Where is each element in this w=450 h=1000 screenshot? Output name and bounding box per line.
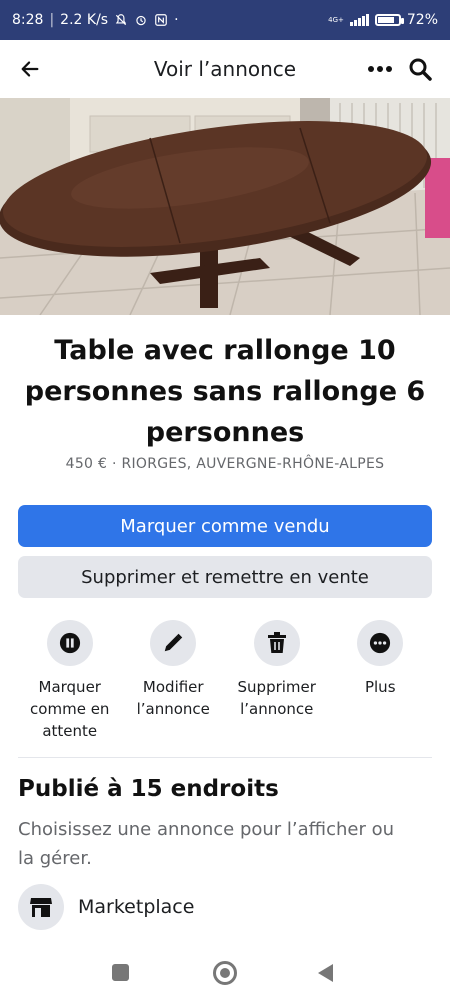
system-back-button[interactable] bbox=[318, 964, 333, 982]
listing-actions: Marquer comme en attente Modifier l’anno… bbox=[18, 620, 432, 742]
network-type: 4G+ bbox=[328, 15, 344, 24]
status-dot-icon: · bbox=[174, 12, 179, 28]
shop-icon bbox=[30, 898, 52, 917]
back-arrow-icon bbox=[21, 61, 39, 77]
alarm-icon bbox=[136, 15, 146, 26]
more-options-button[interactable] bbox=[364, 53, 396, 85]
delete-and-relist-button[interactable]: Supprimer et remettre en vente bbox=[18, 556, 432, 598]
recents-button[interactable] bbox=[112, 964, 129, 981]
more-action[interactable]: Plus bbox=[329, 620, 433, 742]
network-speed: 2.2 K/s bbox=[60, 12, 109, 28]
nfc-icon bbox=[155, 14, 167, 26]
delete-listing-button[interactable] bbox=[253, 620, 300, 666]
published-title: Publié à 15 endroits bbox=[18, 776, 279, 802]
more-horizontal-icon bbox=[368, 66, 392, 72]
mark-pending-button[interactable] bbox=[46, 620, 93, 666]
mute-bell-icon bbox=[115, 14, 127, 26]
home-button[interactable] bbox=[213, 961, 237, 985]
marketplace-label: Marketplace bbox=[78, 896, 195, 918]
app-bar: Voir l’annonce bbox=[0, 40, 450, 98]
section-divider bbox=[18, 757, 432, 758]
system-nav-bar bbox=[0, 948, 450, 1000]
more-button[interactable] bbox=[357, 620, 404, 666]
status-bar: 8:28 | 2.2 K/s · 4G+ 72% bbox=[0, 0, 450, 40]
battery-percent: 72% bbox=[406, 12, 438, 28]
marketplace-item[interactable]: Marketplace bbox=[18, 884, 194, 930]
listing-photo[interactable] bbox=[0, 98, 450, 315]
more-label: Plus bbox=[364, 678, 396, 696]
pause-icon bbox=[59, 632, 80, 654]
search-button[interactable] bbox=[404, 53, 436, 85]
delete-listing-label: Supprimer l’annonce bbox=[237, 678, 316, 718]
battery-icon bbox=[374, 14, 404, 26]
pencil-icon bbox=[165, 633, 183, 652]
mark-as-sold-button[interactable]: Marquer comme vendu bbox=[18, 505, 432, 547]
status-time: 8:28 bbox=[12, 12, 44, 28]
mark-pending-label: Marquer comme en attente bbox=[30, 678, 110, 740]
back-button[interactable] bbox=[14, 53, 46, 85]
marketplace-icon-wrap bbox=[18, 884, 64, 930]
search-icon bbox=[409, 58, 432, 81]
mark-pending-action[interactable]: Marquer comme en attente bbox=[18, 620, 122, 742]
delete-listing-action[interactable]: Supprimer l’annonce bbox=[225, 620, 329, 742]
edit-listing-action[interactable]: Modifier l’annonce bbox=[122, 620, 226, 742]
trash-icon bbox=[267, 632, 286, 653]
edit-listing-button[interactable] bbox=[150, 620, 197, 666]
status-separator: | bbox=[49, 12, 55, 28]
listing-price-location: 450 € · RIORGES, AUVERGNE-RHÔNE-ALPES bbox=[65, 456, 385, 472]
edit-listing-label: Modifier l’annonce bbox=[136, 678, 210, 718]
published-subtitle: Choisissez une annonce pour l’afficher o… bbox=[18, 819, 394, 869]
listing-title: Table avec rallonge 10 personnes sans ra… bbox=[24, 335, 426, 448]
more-icon bbox=[370, 632, 391, 654]
table-photo-illustration bbox=[0, 98, 450, 315]
signal-icon bbox=[349, 14, 369, 26]
